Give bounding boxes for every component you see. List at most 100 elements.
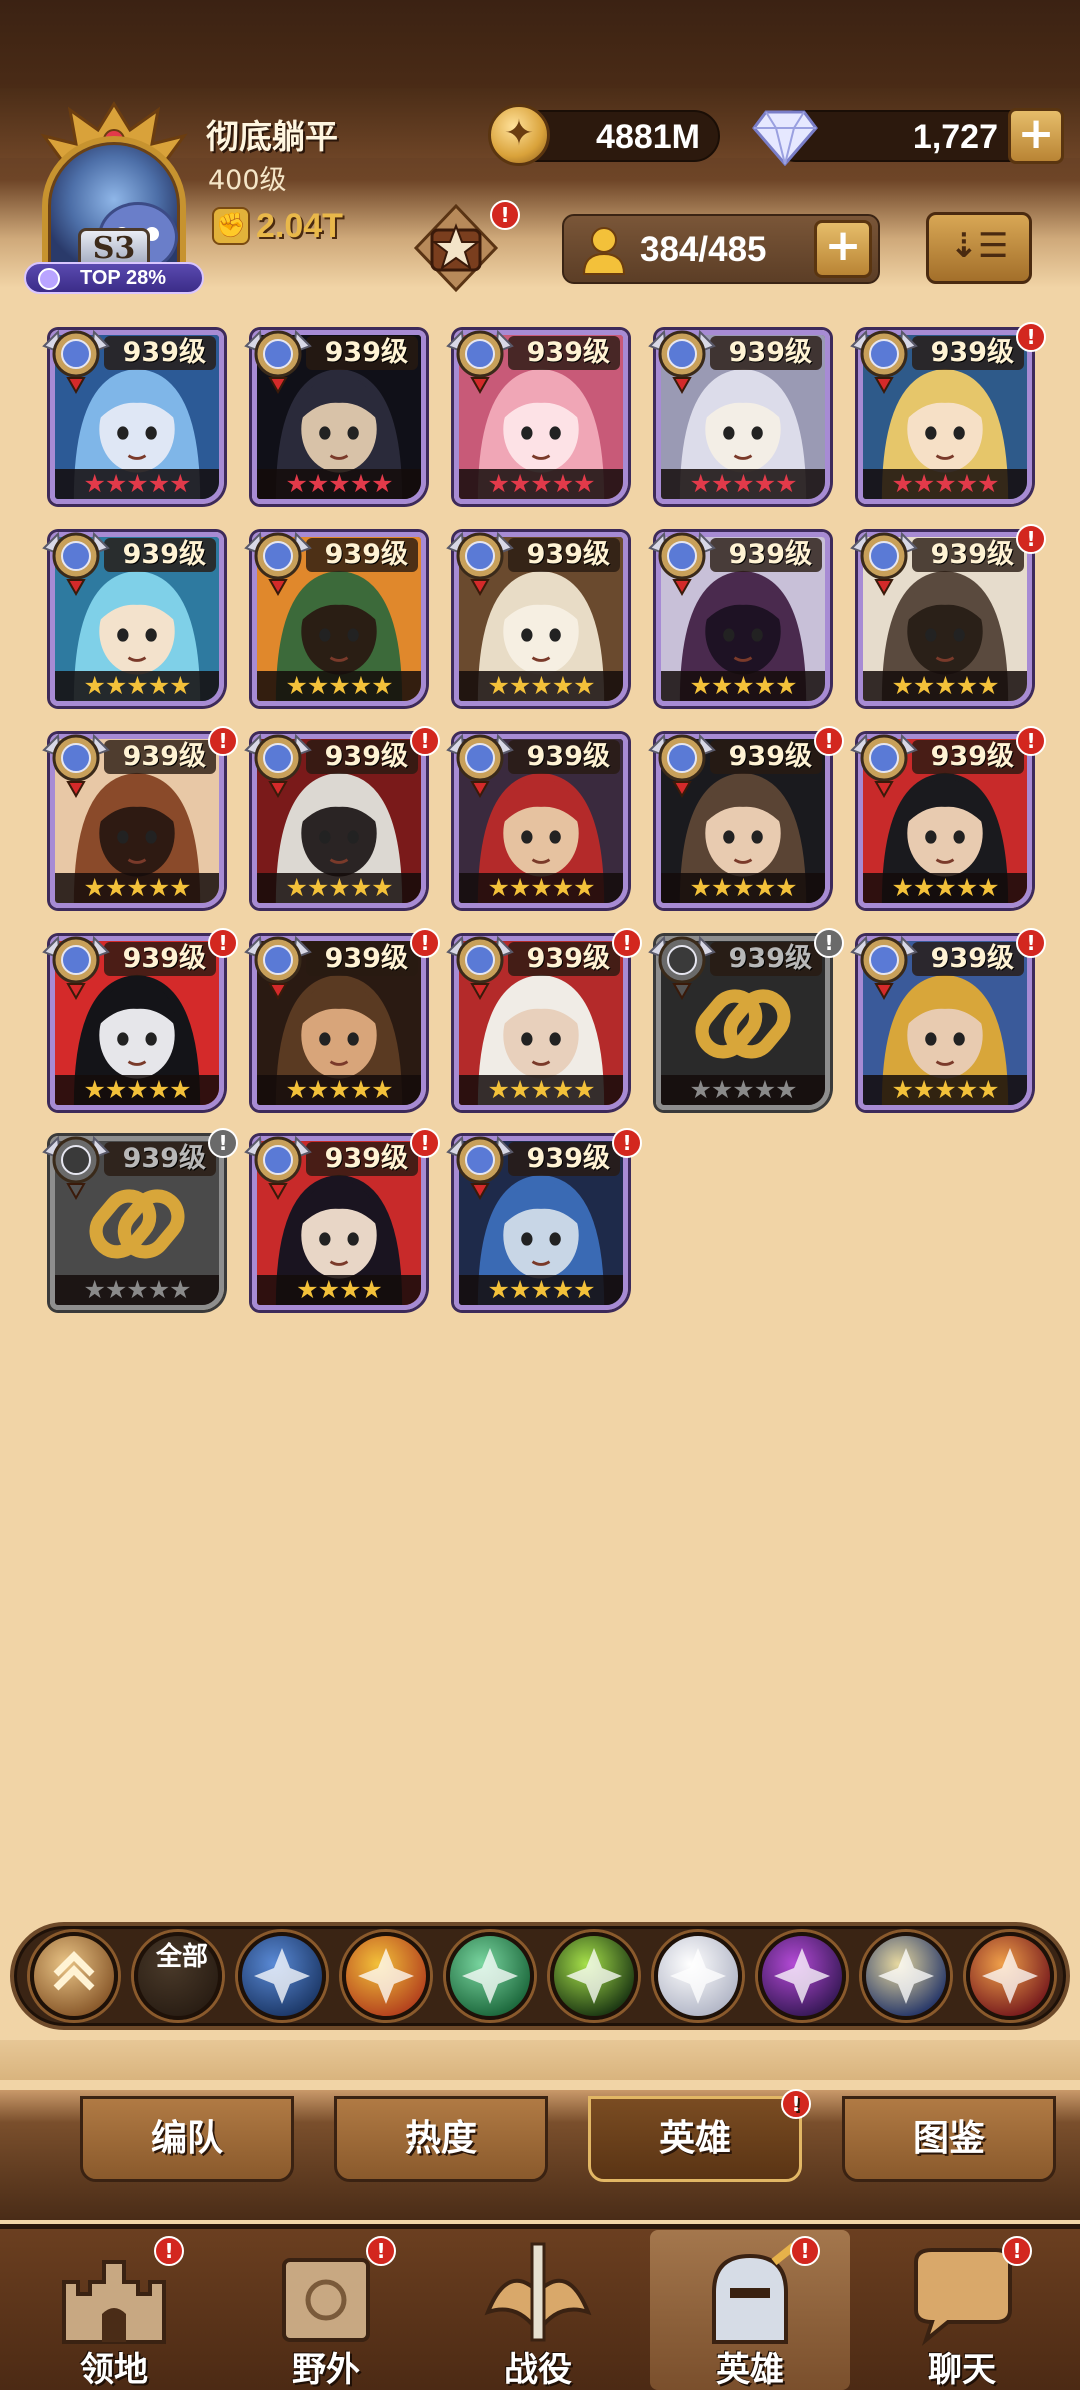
hero-level: 939级 bbox=[306, 1142, 418, 1176]
faction-filter-celestial-icon[interactable] bbox=[654, 1932, 742, 2020]
hero-stars: ★★★★ bbox=[257, 1275, 421, 1305]
hero-card[interactable]: ★★★★★ 939级 ! bbox=[850, 928, 1046, 1110]
power-value: 2.04T bbox=[256, 206, 343, 245]
sort-button[interactable]: ⇣☰ bbox=[926, 212, 1032, 284]
hero-level: 939级 bbox=[306, 740, 418, 774]
dimensional-icon bbox=[878, 1948, 934, 2004]
hero-card[interactable]: ★★★★★ 939级 ! bbox=[42, 726, 238, 908]
hero-card[interactable]: ★★★★★ 939级 ! bbox=[42, 1128, 238, 1310]
hero-card[interactable]: ★★★★★ 939级 ! bbox=[648, 726, 844, 908]
hero-class-medal-icon bbox=[446, 531, 514, 597]
hero-stars: ★★★★★ bbox=[55, 873, 219, 903]
hero-class-medal-icon bbox=[42, 733, 110, 799]
faction-filter-hypogean-icon[interactable] bbox=[758, 1932, 846, 2020]
hero-alert-badge: ! bbox=[814, 726, 844, 756]
hero-level: 939级 bbox=[104, 538, 216, 572]
hero-card[interactable]: ★★★★★ 939级 ! bbox=[244, 928, 440, 1110]
hero-class-medal-icon bbox=[446, 935, 514, 1001]
hero-card[interactable]: ★★★★★ 939级 ! bbox=[446, 1128, 642, 1310]
hero-stars: ★★★★★ bbox=[257, 873, 421, 903]
hero-alert-badge: ! bbox=[1016, 322, 1046, 352]
hero-class-medal-icon bbox=[446, 733, 514, 799]
hero-card[interactable]: ★★★★★ 939级 ! bbox=[850, 524, 1046, 706]
hero-class-medal-icon bbox=[850, 935, 918, 1001]
hero-alert-badge: ! bbox=[208, 726, 238, 756]
nav-item-1[interactable]: 野外! bbox=[226, 2230, 426, 2390]
expand-hero-slots-button[interactable]: + bbox=[814, 220, 872, 278]
summon-alert-badge: ! bbox=[490, 200, 520, 230]
faction-filter-mauler-icon[interactable] bbox=[342, 1932, 430, 2020]
hero-stars: ★★★★★ bbox=[661, 1075, 825, 1105]
hero-level: 939级 bbox=[710, 942, 822, 976]
hero-class-medal-icon bbox=[42, 935, 110, 1001]
hero-alert-badge: ! bbox=[1016, 928, 1046, 958]
hero-alert-badge: ! bbox=[1016, 524, 1046, 554]
hero-card[interactable]: ★★★★★ 939级 ! bbox=[850, 726, 1046, 908]
hero-alert-badge: ! bbox=[410, 726, 440, 756]
hero-class-medal-icon bbox=[42, 1135, 110, 1201]
hero-alert-badge: ! bbox=[814, 928, 844, 958]
hero-class-medal-icon bbox=[850, 531, 918, 597]
hero-level: 939级 bbox=[710, 336, 822, 370]
add-diamonds-button[interactable]: + bbox=[1008, 108, 1064, 164]
planet-icon bbox=[38, 268, 60, 290]
person-icon bbox=[582, 227, 626, 275]
player-avatar[interactable]: S3 TOP 28% bbox=[24, 100, 204, 294]
nav-item-3[interactable]: 英雄! bbox=[650, 2230, 850, 2390]
hero-card[interactable]: ★★★★★ 939级 bbox=[648, 531, 830, 706]
hero-level: 939级 bbox=[306, 942, 418, 976]
faction-filter-wilder-icon[interactable] bbox=[446, 1932, 534, 2020]
summon-button[interactable]: ! bbox=[408, 200, 520, 296]
hero-level: 939级 bbox=[508, 942, 620, 976]
faction-filter-all-factions[interactable]: 全部 bbox=[134, 1932, 222, 2020]
hero-stars: ★★★★★ bbox=[55, 1075, 219, 1105]
nav-item-2[interactable]: 战役 bbox=[438, 2230, 638, 2390]
subtab-0[interactable]: 编队 bbox=[80, 2096, 294, 2182]
faction-filter-draconis-icon[interactable] bbox=[966, 1932, 1054, 2020]
hero-class-medal-icon bbox=[446, 329, 514, 395]
subtab-3[interactable]: 图鉴 bbox=[842, 2096, 1056, 2182]
nav-item-4[interactable]: 聊天! bbox=[862, 2230, 1062, 2390]
hero-card[interactable]: ★★★★ 939级 ! bbox=[244, 1128, 440, 1310]
hero-card[interactable]: ★★★★★ 939级 ! bbox=[244, 726, 440, 908]
hero-card[interactable]: ★★★★★ 939级 bbox=[446, 733, 628, 908]
hero-card[interactable]: ★★★★★ 939级 bbox=[42, 531, 224, 706]
hero-stars: ★★★★★ bbox=[257, 671, 421, 701]
hero-stars: ★★★★★ bbox=[55, 1275, 219, 1305]
hero-level: 939级 bbox=[508, 336, 620, 370]
gold-coin-icon: ✦ bbox=[488, 104, 550, 166]
hero-stars: ★★★★★ bbox=[459, 671, 623, 701]
hero-count-panel: 384/485 + bbox=[562, 214, 880, 284]
hero-card[interactable]: ★★★★★ 939级 bbox=[244, 329, 426, 504]
hero-card[interactable]: ★★★★★ 939级 bbox=[244, 531, 426, 706]
nav-label: 野外 bbox=[292, 2350, 360, 2390]
hypogean-icon bbox=[774, 1948, 830, 2004]
diamond-value: 1,727 bbox=[912, 118, 998, 156]
hero-level: 939级 bbox=[912, 538, 1024, 572]
hero-class-medal-icon bbox=[244, 329, 312, 395]
subtab-1[interactable]: 热度 bbox=[334, 2096, 548, 2182]
fist-icon: ✊ bbox=[212, 207, 250, 245]
faction-filter-lightbearer-icon[interactable] bbox=[238, 1932, 326, 2020]
hero-class-medal-icon bbox=[648, 733, 716, 799]
faction-filter-graveborn-icon[interactable] bbox=[550, 1932, 638, 2020]
hero-card[interactable]: ★★★★★ 939级 bbox=[648, 329, 830, 504]
faction-filter-chevron-up-icon[interactable] bbox=[30, 1932, 118, 2020]
hero-card[interactable]: ★★★★★ 939级 ! bbox=[850, 322, 1046, 504]
hero-stars: ★★★★★ bbox=[55, 671, 219, 701]
nav-item-0[interactable]: 领地! bbox=[14, 2230, 214, 2390]
faction-filter-dimensional-icon[interactable] bbox=[862, 1932, 950, 2020]
hero-level: 939级 bbox=[912, 740, 1024, 774]
nav-label: 英雄 bbox=[716, 2350, 784, 2390]
hero-card[interactable]: ★★★★★ 939级 bbox=[42, 329, 224, 504]
hero-class-medal-icon bbox=[648, 935, 716, 1001]
nav-label: 领地 bbox=[80, 2350, 148, 2390]
hero-card[interactable]: ★★★★★ 939级 bbox=[446, 329, 628, 504]
hero-level: 939级 bbox=[508, 740, 620, 774]
gold-value: 4881M bbox=[596, 118, 700, 156]
hero-card[interactable]: ★★★★★ 939级 bbox=[446, 531, 628, 706]
subtab-2[interactable]: 英雄! bbox=[588, 2089, 811, 2182]
hero-card[interactable]: ★★★★★ 939级 ! bbox=[42, 928, 238, 1110]
hero-card[interactable]: ★★★★★ 939级 ! bbox=[648, 928, 844, 1110]
hero-card[interactable]: ★★★★★ 939级 ! bbox=[446, 928, 642, 1110]
